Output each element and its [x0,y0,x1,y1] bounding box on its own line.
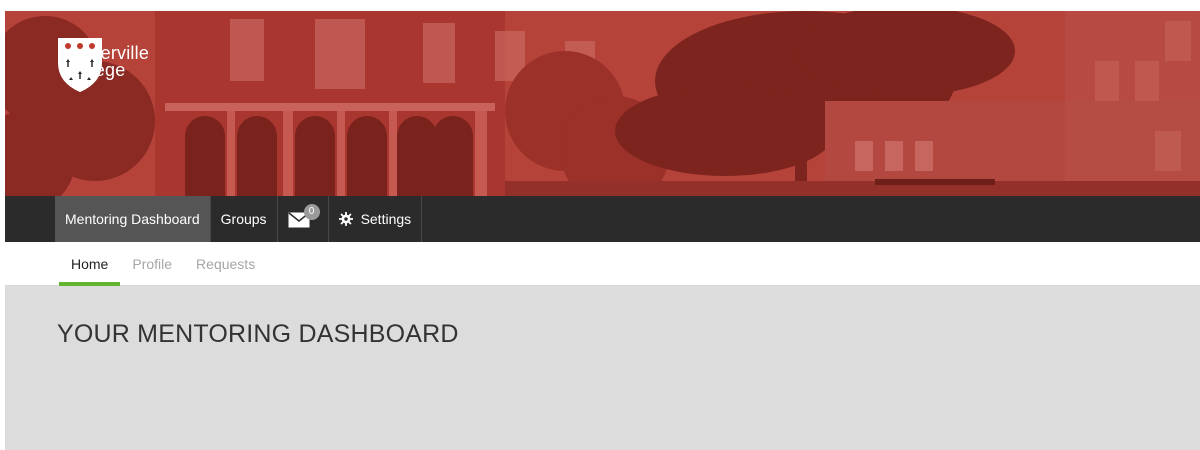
dashboard-content: YOUR MENTORING DASHBOARD [5,286,1200,450]
sub-navbar: Home Profile Requests [5,242,1200,286]
nav-groups[interactable]: Groups [211,196,278,242]
college-logo[interactable]: Somerville College [57,37,149,93]
nav-settings-label: Settings [360,211,412,227]
hero-banner: Somerville College [5,11,1200,196]
nav-messages[interactable]: 0 [278,196,329,242]
tab-profile-label: Profile [132,256,173,272]
campus-photo [5,11,1200,196]
tab-profile[interactable]: Profile [120,242,184,286]
crest-icon [58,38,102,93]
page-title: YOUR MENTORING DASHBOARD [57,320,459,348]
nav-mentoring-dashboard-label: Mentoring Dashboard [65,211,200,227]
nav-settings[interactable]: Settings [329,196,423,242]
tab-home-label: Home [71,256,109,272]
gear-icon [338,212,353,226]
message-count-badge: 0 [303,204,320,220]
main-navbar: Mentoring Dashboard Groups 0 Settings [5,196,1200,242]
tab-requests[interactable]: Requests [184,242,267,286]
nav-groups-label: Groups [220,211,267,227]
app-frame: Somerville College Mentoring Dashboard G… [0,0,1200,450]
tab-requests-label: Requests [196,256,256,272]
tab-home[interactable]: Home [59,242,121,286]
nav-mentoring-dashboard[interactable]: Mentoring Dashboard [55,196,211,242]
